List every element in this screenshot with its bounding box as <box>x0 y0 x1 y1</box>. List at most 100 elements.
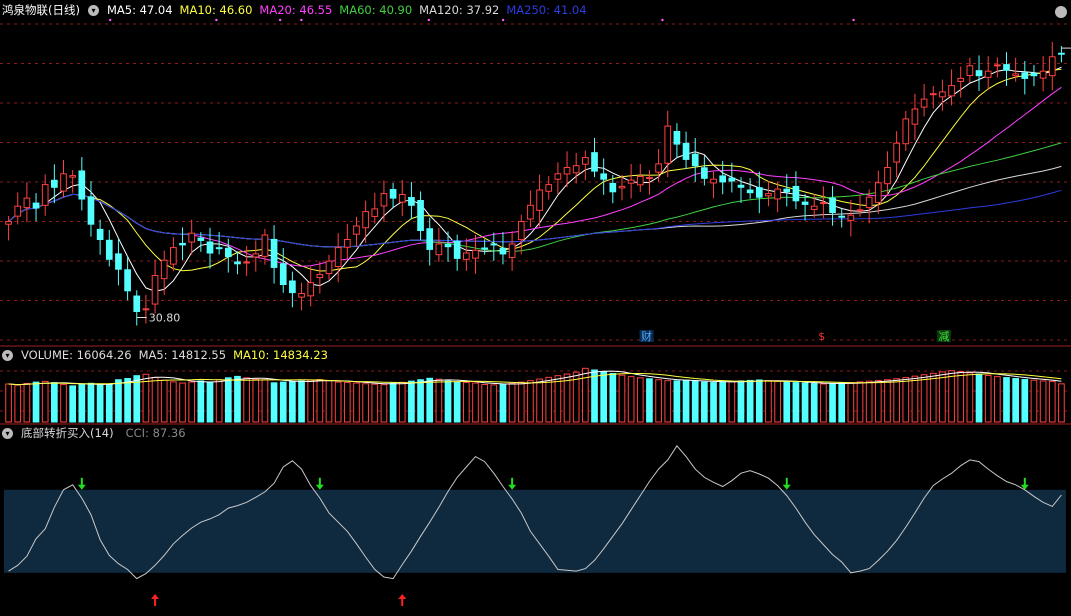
volume-bar-up <box>307 379 315 423</box>
candle-down <box>673 130 681 145</box>
volume-bar-down <box>829 383 836 423</box>
ma-legend-item: MA5: 47.04 <box>106 3 173 17</box>
settings-toggle-icon[interactable]: ▾ <box>87 4 99 16</box>
ma-legend-item: MA10: 46.60 <box>179 3 253 17</box>
candle-down <box>783 188 791 193</box>
candle-up <box>554 173 562 180</box>
volume-bar-up <box>939 371 946 423</box>
volume-legend-item: VOLUME: 16064.26 <box>21 348 132 362</box>
volume-bar-up <box>536 378 543 423</box>
candle-up <box>243 261 250 264</box>
candle-up <box>316 274 324 279</box>
candle-up <box>765 193 772 197</box>
candle-down <box>746 189 754 194</box>
arrow-head <box>1020 484 1029 490</box>
candle-up <box>1012 73 1019 77</box>
arrow-head <box>77 484 86 490</box>
volume-bar-down <box>453 381 461 423</box>
candle-up <box>902 118 910 145</box>
candle-up <box>14 205 22 217</box>
volume-bar-down <box>78 383 86 423</box>
candle-down <box>801 201 809 205</box>
candle-up <box>142 308 150 311</box>
sell-arrow-icon <box>77 477 86 490</box>
volume-bar-up <box>5 383 12 423</box>
volume-bar-up <box>1039 380 1047 423</box>
candle-down <box>270 238 278 268</box>
volume-bar-down <box>609 373 617 423</box>
candle-up <box>69 175 77 178</box>
candle-down <box>719 175 727 183</box>
volume-bar-down <box>719 381 727 423</box>
candle-down <box>829 197 836 214</box>
volume-bar-up <box>636 377 644 423</box>
volume-bar-up <box>179 382 186 423</box>
candle-down <box>838 215 846 218</box>
top-signal-dot <box>852 18 855 22</box>
volume-bar-down <box>289 381 296 423</box>
moving-average-lines <box>8 66 1062 292</box>
chart-canvas: 50.4130.80财$减 <box>0 18 1071 606</box>
top-signal-dot <box>427 18 430 22</box>
ma-legend: MA5: 47.04 MA10: 46.60 MA20: 46.55 MA60: 40… <box>107 2 587 18</box>
volume-bar-up <box>765 380 772 423</box>
candle-up <box>774 188 781 200</box>
candle-up <box>984 70 992 78</box>
candle-up <box>517 221 525 241</box>
volume-bar-up <box>252 378 260 423</box>
volume-bar-down <box>51 382 58 423</box>
cci-neutral-band <box>4 489 1066 573</box>
volume-bar-down <box>197 380 205 423</box>
volume-bar-up <box>545 376 553 423</box>
volume-bar-up <box>362 383 369 423</box>
candle-up <box>188 232 196 243</box>
candle-up <box>462 252 470 260</box>
top-signal-dot <box>501 18 505 22</box>
volume-bar-down <box>646 378 653 423</box>
arrow-head <box>508 484 517 490</box>
volume-bar-up <box>243 377 250 423</box>
candle-down <box>792 185 800 202</box>
candle-down <box>417 199 424 232</box>
candle-up <box>170 247 177 265</box>
volume-bar-up <box>316 378 324 423</box>
ma-legend-item: MA20: 46.55 <box>259 3 333 17</box>
volume-bar-up <box>462 382 470 423</box>
volume-bar-up <box>1048 380 1056 423</box>
price-panel-header: 鸿泉物联(日线) ▾ MA5: 47.04 MA10: 46.60 MA20: 46… <box>2 2 587 18</box>
candle-down <box>389 189 397 199</box>
candle-up <box>371 208 379 217</box>
volume-bar-down <box>682 379 690 423</box>
volume-bar-up <box>920 374 928 423</box>
candle-down <box>105 239 113 260</box>
candle-down <box>206 241 214 254</box>
volume-bar-up <box>820 383 827 423</box>
candle-up <box>472 249 479 259</box>
volume-bar-up <box>371 383 379 423</box>
candle-up <box>874 182 882 203</box>
candle-up <box>636 176 644 186</box>
window-control-icon[interactable] <box>1055 6 1067 18</box>
volume-bar-down <box>755 379 763 423</box>
candle-down <box>755 187 763 198</box>
candle-up <box>572 165 580 174</box>
indicator-toggle-icon[interactable]: ▾ <box>2 427 13 439</box>
volume-bar-up <box>151 377 159 423</box>
indicator-title[interactable]: 底部转折买入(14) <box>21 425 114 441</box>
candle-up <box>948 85 955 97</box>
volume-bar-down <box>783 381 791 423</box>
candle-up <box>646 176 653 180</box>
top-signal-dot <box>300 18 303 22</box>
volume-bar-down <box>591 369 598 423</box>
top-signal-dot <box>278 18 282 22</box>
volume-bar-up <box>655 379 662 423</box>
candle-up <box>957 77 965 82</box>
volume-bar-up <box>856 381 864 423</box>
volume-bar-up <box>41 380 49 423</box>
candle-down <box>481 247 488 250</box>
candle-up <box>362 211 369 229</box>
stock-title[interactable]: 鸿泉物联(日线) <box>2 2 80 18</box>
top-signal-dot <box>215 18 218 22</box>
volume-bar-up <box>618 374 626 423</box>
volume-toggle-icon[interactable]: ▾ <box>2 349 13 361</box>
